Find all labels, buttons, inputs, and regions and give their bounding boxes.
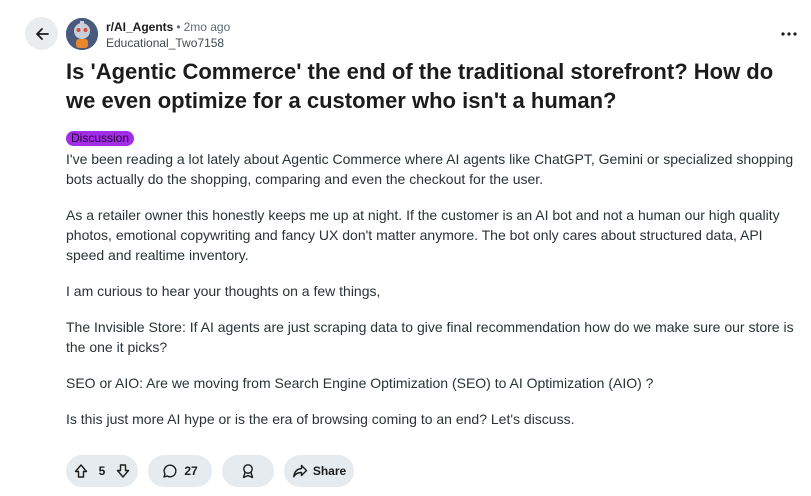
award-icon bbox=[240, 463, 256, 479]
share-arrow-icon bbox=[292, 463, 308, 479]
upvote-arrow-icon[interactable] bbox=[73, 463, 89, 479]
body-paragraph: I've been reading a lot lately about Age… bbox=[66, 151, 794, 187]
back-button[interactable] bbox=[25, 17, 58, 50]
community-name[interactable]: r/AI_Agents bbox=[106, 20, 173, 35]
share-button[interactable]: Share bbox=[284, 455, 354, 487]
post-flair[interactable]: Discussion bbox=[66, 131, 135, 146]
arrow-left-icon bbox=[34, 26, 50, 42]
post-actions: 5 27 Share bbox=[66, 455, 354, 487]
body-paragraph: SEO or AIO: Are we moving from Search En… bbox=[66, 375, 654, 391]
post-time: 2mo ago bbox=[183, 20, 231, 34]
author-name[interactable]: Educational_Two7158 bbox=[106, 36, 230, 51]
more-horizontal-icon bbox=[781, 32, 797, 36]
body-paragraph: As a retailer owner this honestly keeps … bbox=[66, 207, 780, 263]
comment-bubble-icon bbox=[162, 463, 178, 479]
vote-control: 5 bbox=[66, 455, 138, 487]
body-paragraph: I am curious to hear your thoughts on a … bbox=[66, 283, 381, 299]
award-button[interactable] bbox=[222, 455, 274, 487]
body-paragraph: Is this just more AI hype or is the era … bbox=[66, 411, 575, 427]
post-title: Is 'Agentic Commerce' the end of the tra… bbox=[66, 59, 774, 113]
post-meta: r/AI_Agents • 2mo ago Educational_Two715… bbox=[106, 20, 230, 51]
meta-separator: • bbox=[176, 20, 181, 34]
body-paragraph: The Invisible Store: If AI agents are ju… bbox=[66, 319, 794, 355]
comments-button[interactable]: 27 bbox=[148, 455, 212, 487]
post-body: I've been reading a lot lately about Age… bbox=[66, 149, 796, 445]
share-label: Share bbox=[312, 464, 347, 478]
downvote-arrow-icon[interactable] bbox=[115, 463, 131, 479]
community-avatar[interactable] bbox=[66, 18, 98, 50]
more-options-button[interactable] bbox=[775, 22, 803, 46]
vote-count: 5 bbox=[98, 464, 106, 478]
comment-count: 27 bbox=[184, 464, 198, 478]
